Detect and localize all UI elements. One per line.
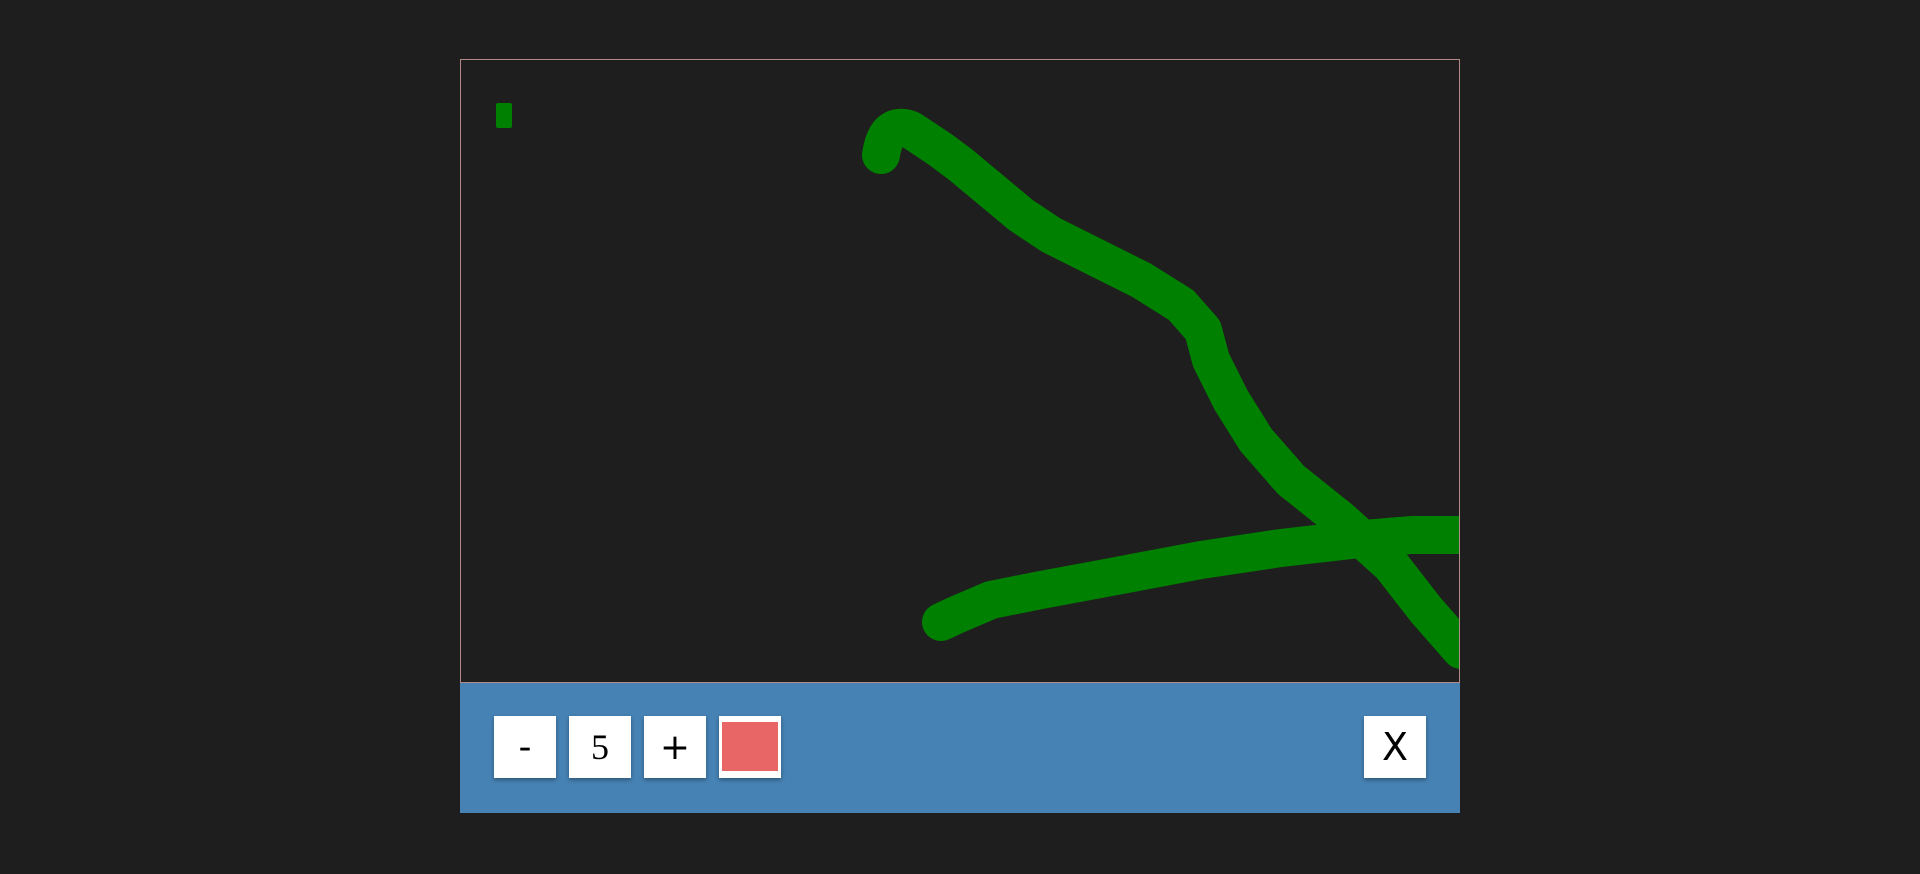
color-swatch [722, 722, 778, 771]
decrease-size-button[interactable]: - [494, 716, 556, 778]
toolbar: - 5 + X [460, 683, 1460, 813]
paint-app: - 5 + X [460, 59, 1460, 813]
close-button[interactable]: X [1364, 716, 1426, 778]
small-green-dot [496, 103, 512, 128]
brush-size-display: 5 [569, 716, 631, 778]
increase-size-button[interactable]: + [644, 716, 706, 778]
drawing-canvas[interactable] [460, 59, 1460, 683]
drawing-surface[interactable] [461, 60, 1459, 682]
color-picker-button[interactable] [719, 716, 781, 778]
